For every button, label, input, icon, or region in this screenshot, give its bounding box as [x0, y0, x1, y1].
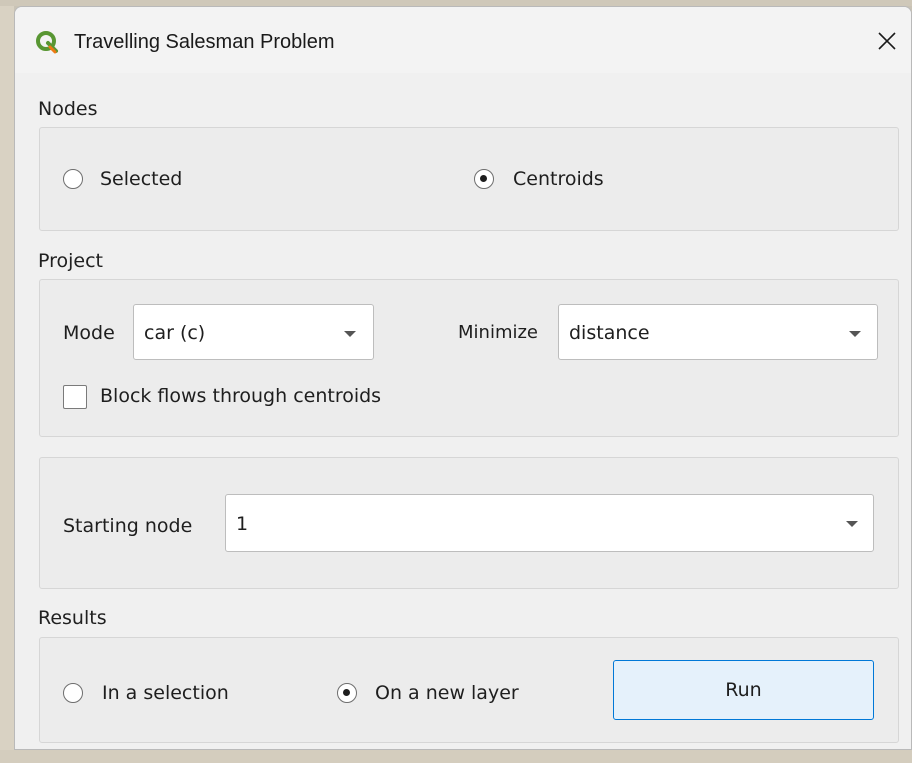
qgis-logo-icon — [35, 30, 59, 54]
minimize-label: Minimize — [458, 322, 538, 343]
close-icon — [878, 32, 896, 50]
project-section-label: Project — [38, 250, 104, 272]
results-groupbox: In a selection On a new layer Run — [39, 637, 899, 743]
chevron-down-icon — [846, 521, 858, 527]
run-button[interactable]: Run — [613, 660, 874, 720]
nodes-section-label: Nodes — [38, 98, 98, 120]
mode-value: car (c) — [144, 322, 206, 344]
tsp-dialog: Travelling Salesman Problem Nodes Select… — [14, 6, 912, 750]
in-selection-radio[interactable] — [63, 683, 83, 703]
mode-combobox[interactable]: car (c) — [133, 304, 374, 360]
new-layer-radio-label[interactable]: On a new layer — [375, 680, 519, 706]
in-selection-radio-label[interactable]: In a selection — [102, 680, 229, 706]
title-bar[interactable]: Travelling Salesman Problem — [15, 7, 911, 73]
chevron-down-icon — [849, 331, 861, 337]
nodes-groupbox: Selected Centroids — [39, 127, 899, 231]
new-layer-radio[interactable] — [337, 683, 357, 703]
close-button[interactable] — [867, 21, 907, 61]
minimize-value: distance — [569, 322, 650, 344]
minimize-combobox[interactable]: distance — [558, 304, 878, 360]
starting-node-groupbox: Starting node 1 — [39, 457, 899, 589]
selected-radio-label[interactable]: Selected — [100, 166, 182, 192]
results-section-label: Results — [38, 607, 107, 629]
background-desktop-bottom — [0, 750, 912, 763]
starting-node-value: 1 — [236, 513, 249, 535]
project-groupbox: Mode car (c) Minimize distance Block flo… — [39, 279, 899, 437]
background-desktop-left — [0, 0, 14, 763]
dialog-title: Travelling Salesman Problem — [74, 31, 335, 53]
starting-node-label: Starting node — [63, 515, 193, 537]
centroids-radio-label[interactable]: Centroids — [513, 166, 604, 192]
mode-label: Mode — [63, 322, 115, 344]
selected-radio[interactable] — [63, 169, 83, 189]
centroids-radio[interactable] — [474, 169, 494, 189]
starting-node-combobox[interactable]: 1 — [225, 494, 874, 552]
chevron-down-icon — [344, 331, 356, 337]
block-flows-label[interactable]: Block flows through centroids — [100, 383, 381, 409]
block-flows-checkbox[interactable] — [63, 385, 87, 409]
